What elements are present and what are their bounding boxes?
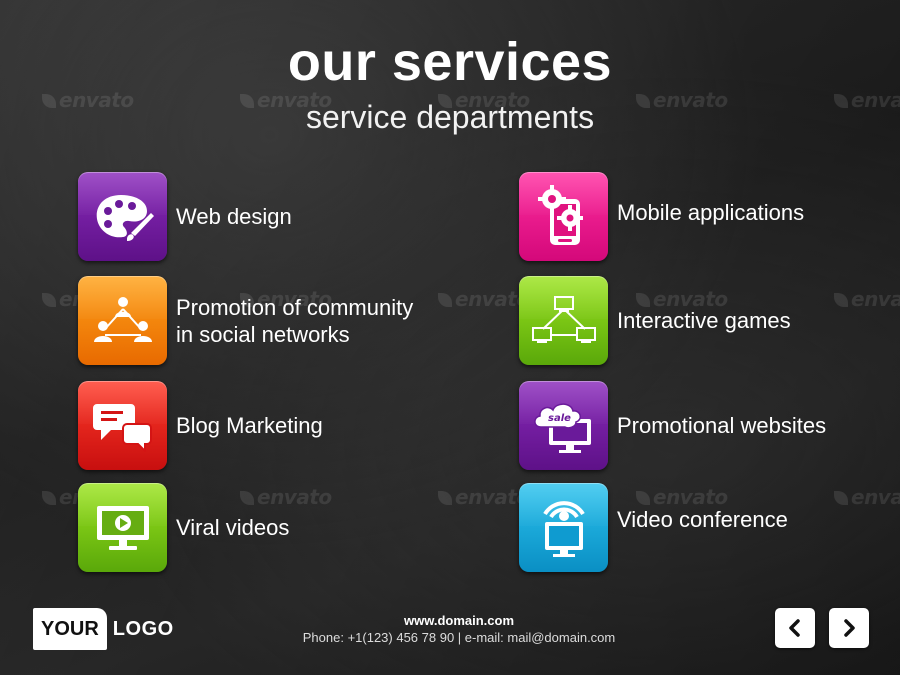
service-tile: [78, 381, 167, 470]
service-tile: sale: [519, 381, 608, 470]
footer-contact: Phone: +1(123) 456 78 90 | e-mail: mail@…: [302, 630, 616, 645]
video-screen-icon: [96, 505, 149, 550]
service-mobile-applications[interactable]: Mobile applications: [519, 172, 804, 261]
watermark: envato: [834, 485, 900, 509]
service-label: Video conference: [617, 507, 788, 532]
social-network-icon: [93, 296, 152, 342]
service-label: Viral videos: [176, 515, 290, 540]
service-tile: [78, 172, 167, 261]
service-promotional-websites[interactable]: sale Promotional websites: [519, 381, 826, 470]
service-label: Promotion of community in social network…: [176, 294, 414, 347]
network-computers-icon: [531, 295, 596, 343]
service-label: Promotional websites: [617, 413, 827, 438]
service-web-design[interactable]: Web design: [78, 172, 292, 261]
service-label: Blog Marketing: [176, 413, 323, 438]
service-label: Mobile applications: [617, 200, 805, 225]
service-interactive-games[interactable]: Interactive games: [519, 276, 791, 365]
watermark: envato: [438, 287, 530, 311]
page-title: our services: [287, 32, 613, 92]
service-tile: [519, 276, 608, 365]
service-video-conference[interactable]: Video conference: [519, 483, 788, 572]
chevron-left-icon: [789, 619, 800, 637]
chevron-right-icon: [844, 619, 855, 637]
prev-button[interactable]: [775, 608, 815, 648]
service-tile: [78, 276, 167, 365]
service-blog-marketing[interactable]: Blog Marketing: [78, 381, 323, 470]
conference-screen-icon: [542, 500, 585, 557]
service-tile: [78, 483, 167, 572]
speech-bubbles-icon: [92, 403, 152, 452]
service-tile: [519, 483, 608, 572]
watermark: envato: [438, 485, 530, 509]
palette-icon: [96, 194, 154, 241]
service-tile: [519, 172, 608, 261]
page-subtitle: service departments: [305, 99, 595, 135]
sale-cloud-monitor-icon: sale: [533, 402, 591, 453]
service-viral-videos[interactable]: Viral videos: [78, 483, 289, 572]
service-social-promotion[interactable]: Promotion of community in social network…: [78, 276, 413, 365]
watermark: envato: [834, 287, 900, 311]
svg-text:sale: sale: [548, 413, 571, 424]
service-label: Interactive games: [617, 308, 791, 333]
phone-gears-icon: [537, 184, 583, 245]
service-label: Web design: [176, 204, 292, 229]
next-button[interactable]: [829, 608, 869, 648]
footer-domain[interactable]: www.domain.com: [0, 613, 900, 628]
